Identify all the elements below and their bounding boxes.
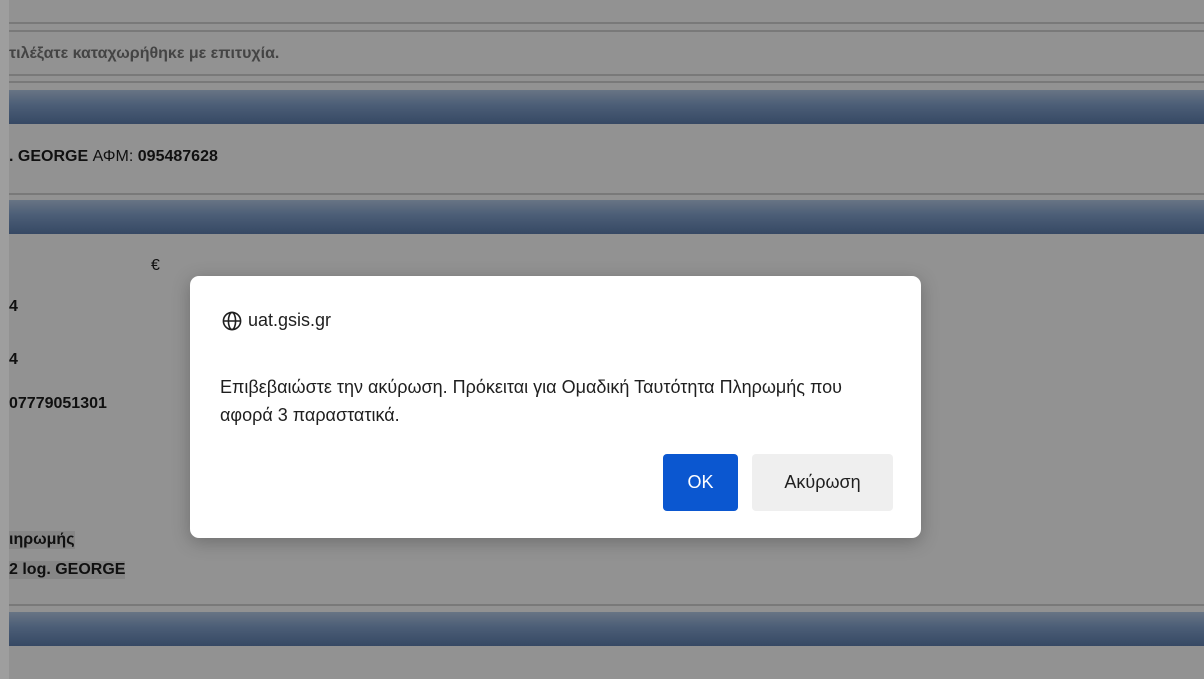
globe-icon — [222, 311, 242, 331]
cancel-button[interactable]: Ακύρωση — [752, 454, 893, 511]
confirm-dialog: uat.gsis.gr Επιβεβαιώστε την ακύρωση. Πρ… — [190, 276, 921, 538]
dialog-origin: uat.gsis.gr — [222, 310, 331, 331]
dialog-message: Επιβεβαιώστε την ακύρωση. Πρόκειται για … — [220, 377, 842, 425]
dialog-origin-host: uat.gsis.gr — [248, 310, 332, 330]
ok-button[interactable]: OK — [663, 454, 738, 511]
